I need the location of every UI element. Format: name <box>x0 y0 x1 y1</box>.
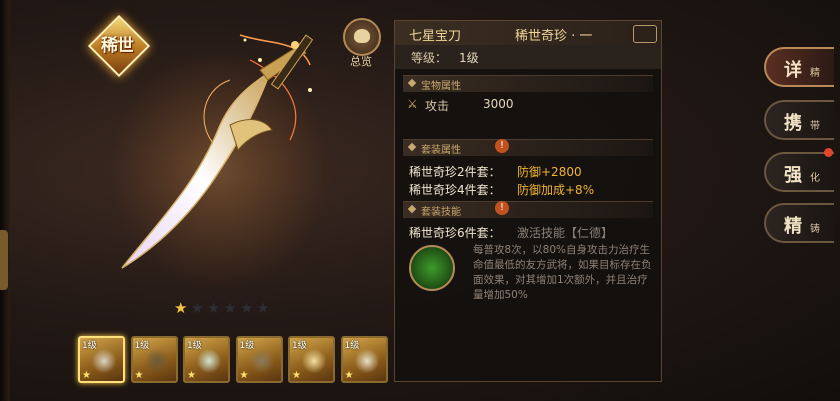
left-edge <box>0 0 10 401</box>
star-icon: ★ <box>206 299 221 317</box>
set4-value: 防御加成+8% <box>517 183 595 197</box>
star-icon: ★ <box>174 299 188 317</box>
skill-description: 每普攻8次，以80%自身攻击力治疗生命值最低的友方武将，如果目标存在负面效果，对… <box>473 244 652 301</box>
tab-enhance[interactable]: 强化 <box>764 152 834 192</box>
star-icon: ★ <box>190 299 204 317</box>
slot-item-icon <box>144 348 169 374</box>
equipment-slot[interactable]: 1级 ★ <box>235 336 283 383</box>
slot-star-icon: ★ <box>82 370 91 381</box>
set-info-icon[interactable]: ! <box>495 139 509 153</box>
equipment-slot[interactable]: 1级 ★ <box>183 336 230 383</box>
item-title: 七星宝刀 <box>409 29 462 44</box>
star-rating: ★ ★ ★ ★ ★ ★ <box>174 298 273 317</box>
star-icon: ★ <box>239 299 254 317</box>
equipment-slot[interactable]: 1级 ★ <box>288 336 335 383</box>
star-icon: ★ <box>256 299 270 317</box>
slot-item-icon <box>197 348 221 374</box>
tab-refine[interactable]: 精铸 <box>764 203 834 243</box>
slot-item-icon <box>92 348 116 374</box>
level-label: 等级： <box>411 51 448 65</box>
item-rarity: 稀世奇珍 · 一 <box>515 29 593 44</box>
slot-star-icon: ★ <box>134 370 144 381</box>
skill-set-label: 稀世奇珍6件套： <box>409 226 501 240</box>
slot-star-icon: ★ <box>187 370 196 381</box>
weapon-sword-image <box>110 34 330 290</box>
star-icon: ★ <box>223 299 237 317</box>
equipment-slot[interactable]: 1级 ★ <box>340 336 388 383</box>
slot-item-icon <box>302 348 326 374</box>
left-drawer-handle[interactable] <box>0 230 8 290</box>
set4-label: 稀世奇珍4件套： <box>409 183 501 197</box>
attack-icon: ⚔ <box>407 97 418 111</box>
attack-value: 3000 <box>483 97 514 111</box>
slot-item-icon <box>249 348 274 374</box>
slot-star-icon: ★ <box>344 370 354 381</box>
notification-dot <box>824 148 833 157</box>
level-value: 1级 <box>459 51 479 65</box>
game-scene: 稀世 总览 ★ ★ ★ ★ ★ ★ 1级 ★ 1级 ★ 1级 ★ 1级 ★ 1级… <box>0 0 840 401</box>
share-icon[interactable] <box>633 25 657 43</box>
equipment-slot[interactable]: 1级 ★ <box>130 336 178 383</box>
section-treasure-attributes: 宝物属性 <box>403 75 653 92</box>
attack-label: 攻击 <box>425 99 450 113</box>
set2-value: 防御+2800 <box>517 165 582 179</box>
tab-carry[interactable]: 携带 <box>764 100 834 140</box>
section-set-attributes: 套装属性 <box>403 139 653 156</box>
slot-star-icon: ★ <box>239 370 249 381</box>
section-set-skill: 套装技能 <box>403 201 653 218</box>
equipment-slot[interactable]: 1级 ★ <box>78 336 125 383</box>
skill-icon[interactable] <box>409 245 455 291</box>
slot-item-icon <box>354 348 379 374</box>
slot-star-icon: ★ <box>292 370 301 381</box>
item-detail-panel: 七星宝刀 稀世奇珍 · 一 等级： 1级 宝物属性 ⚔ 攻击 3000 套装属性… <box>394 20 662 382</box>
panel-header: 七星宝刀 稀世奇珍 · 一 <box>395 21 661 45</box>
skill-info-icon[interactable]: ! <box>495 201 509 215</box>
skill-name: 激活技能【仁德】 <box>517 226 614 240</box>
set2-label: 稀世奇珍2件套： <box>409 165 501 179</box>
tab-details[interactable]: 详精 <box>764 47 834 87</box>
